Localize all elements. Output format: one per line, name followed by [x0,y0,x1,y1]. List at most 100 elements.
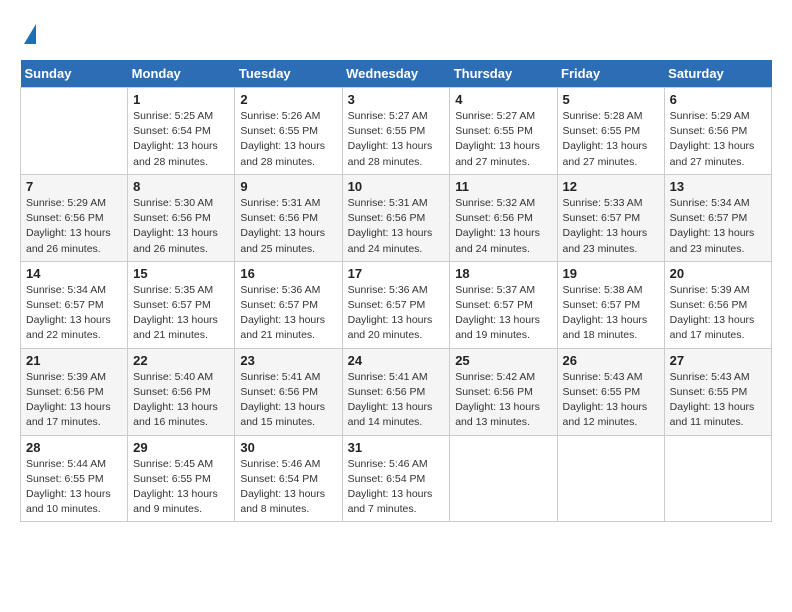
day-info: Sunrise: 5:41 AM Sunset: 6:56 PM Dayligh… [348,370,445,431]
day-info: Sunrise: 5:45 AM Sunset: 6:55 PM Dayligh… [133,457,229,518]
day-info: Sunrise: 5:34 AM Sunset: 6:57 PM Dayligh… [26,283,122,344]
day-info: Sunrise: 5:46 AM Sunset: 6:54 PM Dayligh… [240,457,336,518]
calendar-body: 1 Sunrise: 5:25 AM Sunset: 6:54 PM Daylig… [21,88,772,522]
day-number: 2 [240,92,336,107]
day-header-tuesday: Tuesday [235,60,342,88]
day-number: 26 [563,353,659,368]
calendar-cell: 8 Sunrise: 5:30 AM Sunset: 6:56 PM Daylig… [128,174,235,261]
calendar-cell: 2 Sunrise: 5:26 AM Sunset: 6:55 PM Daylig… [235,88,342,175]
calendar-header-row: SundayMondayTuesdayWednesdayThursdayFrid… [21,60,772,88]
day-number: 16 [240,266,336,281]
day-number: 25 [455,353,551,368]
calendar-cell: 31 Sunrise: 5:46 AM Sunset: 6:54 PM Dayli… [342,435,450,522]
calendar-cell: 13 Sunrise: 5:34 AM Sunset: 6:57 PM Dayli… [664,174,771,261]
day-info: Sunrise: 5:34 AM Sunset: 6:57 PM Dayligh… [670,196,766,257]
calendar-cell: 29 Sunrise: 5:45 AM Sunset: 6:55 PM Dayli… [128,435,235,522]
day-header-thursday: Thursday [450,60,557,88]
calendar-cell: 26 Sunrise: 5:43 AM Sunset: 6:55 PM Dayli… [557,348,664,435]
day-info: Sunrise: 5:29 AM Sunset: 6:56 PM Dayligh… [26,196,122,257]
day-number: 21 [26,353,122,368]
day-info: Sunrise: 5:31 AM Sunset: 6:56 PM Dayligh… [348,196,445,257]
day-info: Sunrise: 5:39 AM Sunset: 6:56 PM Dayligh… [670,283,766,344]
day-info: Sunrise: 5:30 AM Sunset: 6:56 PM Dayligh… [133,196,229,257]
logo-icon [24,24,36,44]
calendar-cell: 15 Sunrise: 5:35 AM Sunset: 6:57 PM Dayli… [128,261,235,348]
day-info: Sunrise: 5:37 AM Sunset: 6:57 PM Dayligh… [455,283,551,344]
calendar-cell: 4 Sunrise: 5:27 AM Sunset: 6:55 PM Daylig… [450,88,557,175]
day-info: Sunrise: 5:46 AM Sunset: 6:54 PM Dayligh… [348,457,445,518]
day-info: Sunrise: 5:31 AM Sunset: 6:56 PM Dayligh… [240,196,336,257]
day-number: 3 [348,92,445,107]
day-info: Sunrise: 5:43 AM Sunset: 6:55 PM Dayligh… [670,370,766,431]
day-number: 20 [670,266,766,281]
calendar-cell [664,435,771,522]
calendar-cell: 27 Sunrise: 5:43 AM Sunset: 6:55 PM Dayli… [664,348,771,435]
day-info: Sunrise: 5:33 AM Sunset: 6:57 PM Dayligh… [563,196,659,257]
day-info: Sunrise: 5:43 AM Sunset: 6:55 PM Dayligh… [563,370,659,431]
calendar-cell: 30 Sunrise: 5:46 AM Sunset: 6:54 PM Dayli… [235,435,342,522]
calendar-cell: 3 Sunrise: 5:27 AM Sunset: 6:55 PM Daylig… [342,88,450,175]
day-info: Sunrise: 5:26 AM Sunset: 6:55 PM Dayligh… [240,109,336,170]
day-number: 24 [348,353,445,368]
calendar-cell: 16 Sunrise: 5:36 AM Sunset: 6:57 PM Dayli… [235,261,342,348]
day-info: Sunrise: 5:29 AM Sunset: 6:56 PM Dayligh… [670,109,766,170]
calendar-cell: 12 Sunrise: 5:33 AM Sunset: 6:57 PM Dayli… [557,174,664,261]
calendar-cell: 23 Sunrise: 5:41 AM Sunset: 6:56 PM Dayli… [235,348,342,435]
day-number: 27 [670,353,766,368]
day-info: Sunrise: 5:38 AM Sunset: 6:57 PM Dayligh… [563,283,659,344]
day-info: Sunrise: 5:42 AM Sunset: 6:56 PM Dayligh… [455,370,551,431]
day-header-sunday: Sunday [21,60,128,88]
page-header [20,20,772,44]
calendar-cell: 9 Sunrise: 5:31 AM Sunset: 6:56 PM Daylig… [235,174,342,261]
day-number: 30 [240,440,336,455]
calendar-cell: 5 Sunrise: 5:28 AM Sunset: 6:55 PM Daylig… [557,88,664,175]
calendar-cell [450,435,557,522]
calendar-cell: 6Sunrise: 5:29 AM Sunset: 6:56 PM Daylig… [664,88,771,175]
day-number: 23 [240,353,336,368]
day-number: 18 [455,266,551,281]
day-number: 15 [133,266,229,281]
day-number: 14 [26,266,122,281]
calendar-week-2: 7 Sunrise: 5:29 AM Sunset: 6:56 PM Daylig… [21,174,772,261]
calendar-cell: 1 Sunrise: 5:25 AM Sunset: 6:54 PM Daylig… [128,88,235,175]
calendar-cell: 20 Sunrise: 5:39 AM Sunset: 6:56 PM Dayli… [664,261,771,348]
day-number: 7 [26,179,122,194]
calendar-cell [21,88,128,175]
day-number: 12 [563,179,659,194]
day-info: Sunrise: 5:25 AM Sunset: 6:54 PM Dayligh… [133,109,229,170]
day-number: 1 [133,92,229,107]
day-info: Sunrise: 5:41 AM Sunset: 6:56 PM Dayligh… [240,370,336,431]
day-number: 29 [133,440,229,455]
day-number: 11 [455,179,551,194]
calendar-cell: 17Sunrise: 5:36 AM Sunset: 6:57 PM Dayli… [342,261,450,348]
calendar-cell: 21Sunrise: 5:39 AM Sunset: 6:56 PM Dayli… [21,348,128,435]
calendar-week-1: 1 Sunrise: 5:25 AM Sunset: 6:54 PM Daylig… [21,88,772,175]
day-info: Sunrise: 5:35 AM Sunset: 6:57 PM Dayligh… [133,283,229,344]
calendar-cell: 10Sunrise: 5:31 AM Sunset: 6:56 PM Dayli… [342,174,450,261]
day-number: 9 [240,179,336,194]
calendar-cell: 14 Sunrise: 5:34 AM Sunset: 6:57 PM Dayli… [21,261,128,348]
day-header-wednesday: Wednesday [342,60,450,88]
day-info: Sunrise: 5:27 AM Sunset: 6:55 PM Dayligh… [348,109,445,170]
day-info: Sunrise: 5:36 AM Sunset: 6:57 PM Dayligh… [240,283,336,344]
calendar-cell: 18 Sunrise: 5:37 AM Sunset: 6:57 PM Dayli… [450,261,557,348]
calendar-cell: 22Sunrise: 5:40 AM Sunset: 6:56 PM Dayli… [128,348,235,435]
calendar-week-3: 14 Sunrise: 5:34 AM Sunset: 6:57 PM Dayli… [21,261,772,348]
day-info: Sunrise: 5:27 AM Sunset: 6:55 PM Dayligh… [455,109,551,170]
day-info: Sunrise: 5:28 AM Sunset: 6:55 PM Dayligh… [563,109,659,170]
day-info: Sunrise: 5:44 AM Sunset: 6:55 PM Dayligh… [26,457,122,518]
calendar-cell: 28 Sunrise: 5:44 AM Sunset: 6:55 PM Dayli… [21,435,128,522]
day-number: 4 [455,92,551,107]
day-number: 28 [26,440,122,455]
calendar-cell: 7 Sunrise: 5:29 AM Sunset: 6:56 PM Daylig… [21,174,128,261]
day-info: Sunrise: 5:36 AM Sunset: 6:57 PM Dayligh… [348,283,445,344]
day-info: Sunrise: 5:40 AM Sunset: 6:56 PM Dayligh… [133,370,229,431]
day-number: 13 [670,179,766,194]
day-number: 19 [563,266,659,281]
day-number: 5 [563,92,659,107]
calendar-cell [557,435,664,522]
calendar-cell: 25 Sunrise: 5:42 AM Sunset: 6:56 PM Dayli… [450,348,557,435]
day-number: 8 [133,179,229,194]
day-header-monday: Monday [128,60,235,88]
day-number: 31 [348,440,445,455]
